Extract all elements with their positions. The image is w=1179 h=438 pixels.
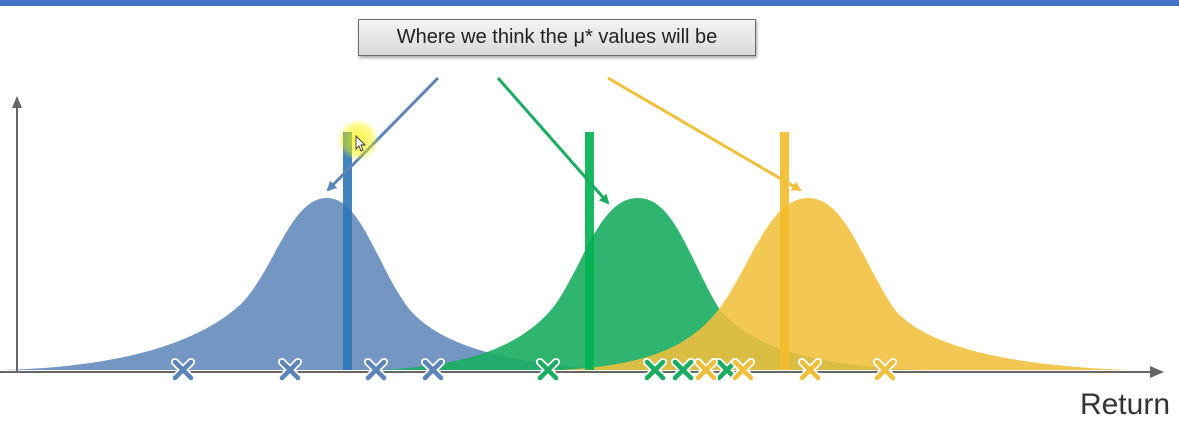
green-sample-marker-icon xyxy=(671,358,695,382)
blue-sample-marker-icon xyxy=(278,358,302,382)
green-sample-marker-icon xyxy=(536,358,560,382)
callout-text: Where we think the μ* values will be xyxy=(396,26,718,48)
yellow-sample-marker-icon xyxy=(873,358,897,382)
blue-sample-marker-icon xyxy=(364,358,388,382)
y-axis-arrowhead xyxy=(12,96,22,108)
blue-sample-marker-icon xyxy=(171,358,195,382)
x-axis-label: Return xyxy=(1079,388,1170,421)
yellow-sample-marker-icon xyxy=(798,358,822,382)
distribution-diagram xyxy=(0,76,1164,382)
green-sample-marker-icon xyxy=(643,358,667,382)
x-axis-arrowhead xyxy=(1150,366,1164,378)
yellow-sample-marker-icon xyxy=(731,358,755,382)
callout-box: Where we think the μ* values will be xyxy=(358,19,756,56)
yellow-sample-marker-icon xyxy=(694,358,718,382)
green-estimate-bar xyxy=(585,132,594,370)
yellow-estimate-bar xyxy=(780,132,789,370)
blue-sample-marker-icon xyxy=(421,358,445,382)
yellow-arrow xyxy=(607,76,802,192)
